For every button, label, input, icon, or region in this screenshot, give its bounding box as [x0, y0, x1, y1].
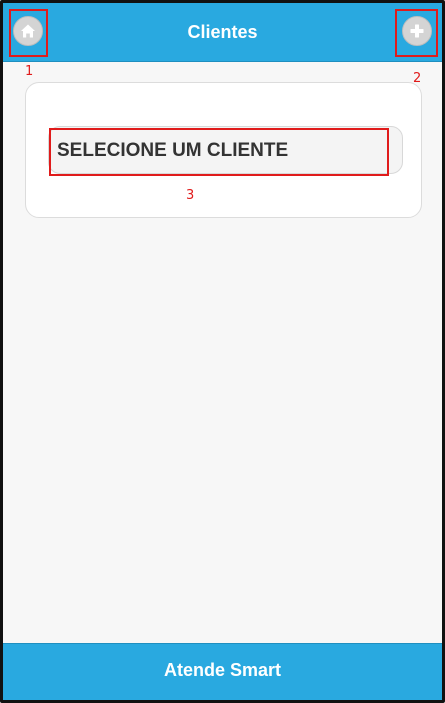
app-frame: Clientes SELECIONE UM CLIENTE Atende Sma…: [0, 0, 445, 703]
page-title: Clientes: [187, 22, 258, 42]
annotation-number-add: 2: [413, 71, 422, 86]
footer-bar: Atende Smart: [3, 643, 442, 700]
annotation-number-select: 3: [186, 188, 195, 203]
annotation-number-home: 1: [25, 64, 34, 79]
footer-title: Atende Smart: [163, 660, 282, 680]
annotation-box-home: [9, 9, 48, 57]
annotation-box-select: [49, 128, 389, 176]
header-bar: Clientes: [3, 3, 442, 62]
annotation-box-add: [395, 9, 438, 57]
